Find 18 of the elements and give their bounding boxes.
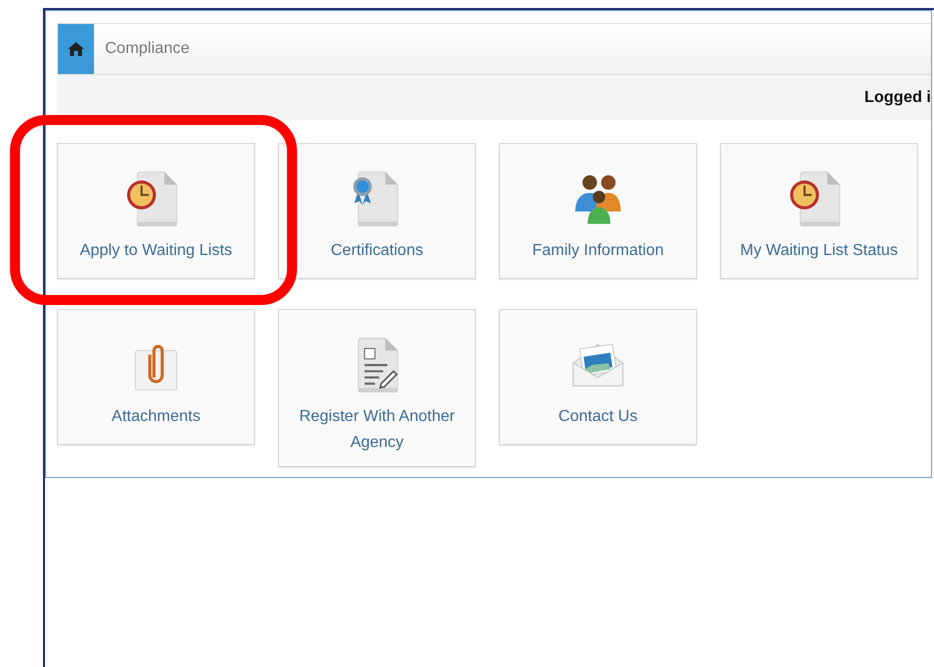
tile-label: Apply to Waiting Lists <box>80 241 232 261</box>
tile-label: Certifications <box>330 241 424 261</box>
tile-label: Contact Us <box>558 407 638 427</box>
menu-tile[interactable]: Register With Another Agency <box>278 309 476 467</box>
breadcrumb-title: Compliance <box>105 40 190 58</box>
tile-label: Family Information <box>532 241 664 261</box>
menu-tile[interactable]: Attachments <box>57 309 255 445</box>
menu-tile[interactable]: Family Information <box>499 143 697 279</box>
tile-label: My Waiting List Status <box>740 241 898 261</box>
menu-tile[interactable]: My Waiting List Status <box>720 143 918 279</box>
menu-tile[interactable]: Certifications <box>278 143 476 279</box>
tile-label: Attachments <box>112 407 200 427</box>
menu-tile[interactable]: Apply to Waiting Lists <box>57 143 255 279</box>
tile-label: Register With Another Agency <box>298 407 456 453</box>
logged-in-text: Logged i <box>864 88 931 106</box>
home-button[interactable] <box>58 24 94 74</box>
home-icon <box>68 42 84 56</box>
menu-tile[interactable]: Contact Us <box>499 309 697 445</box>
